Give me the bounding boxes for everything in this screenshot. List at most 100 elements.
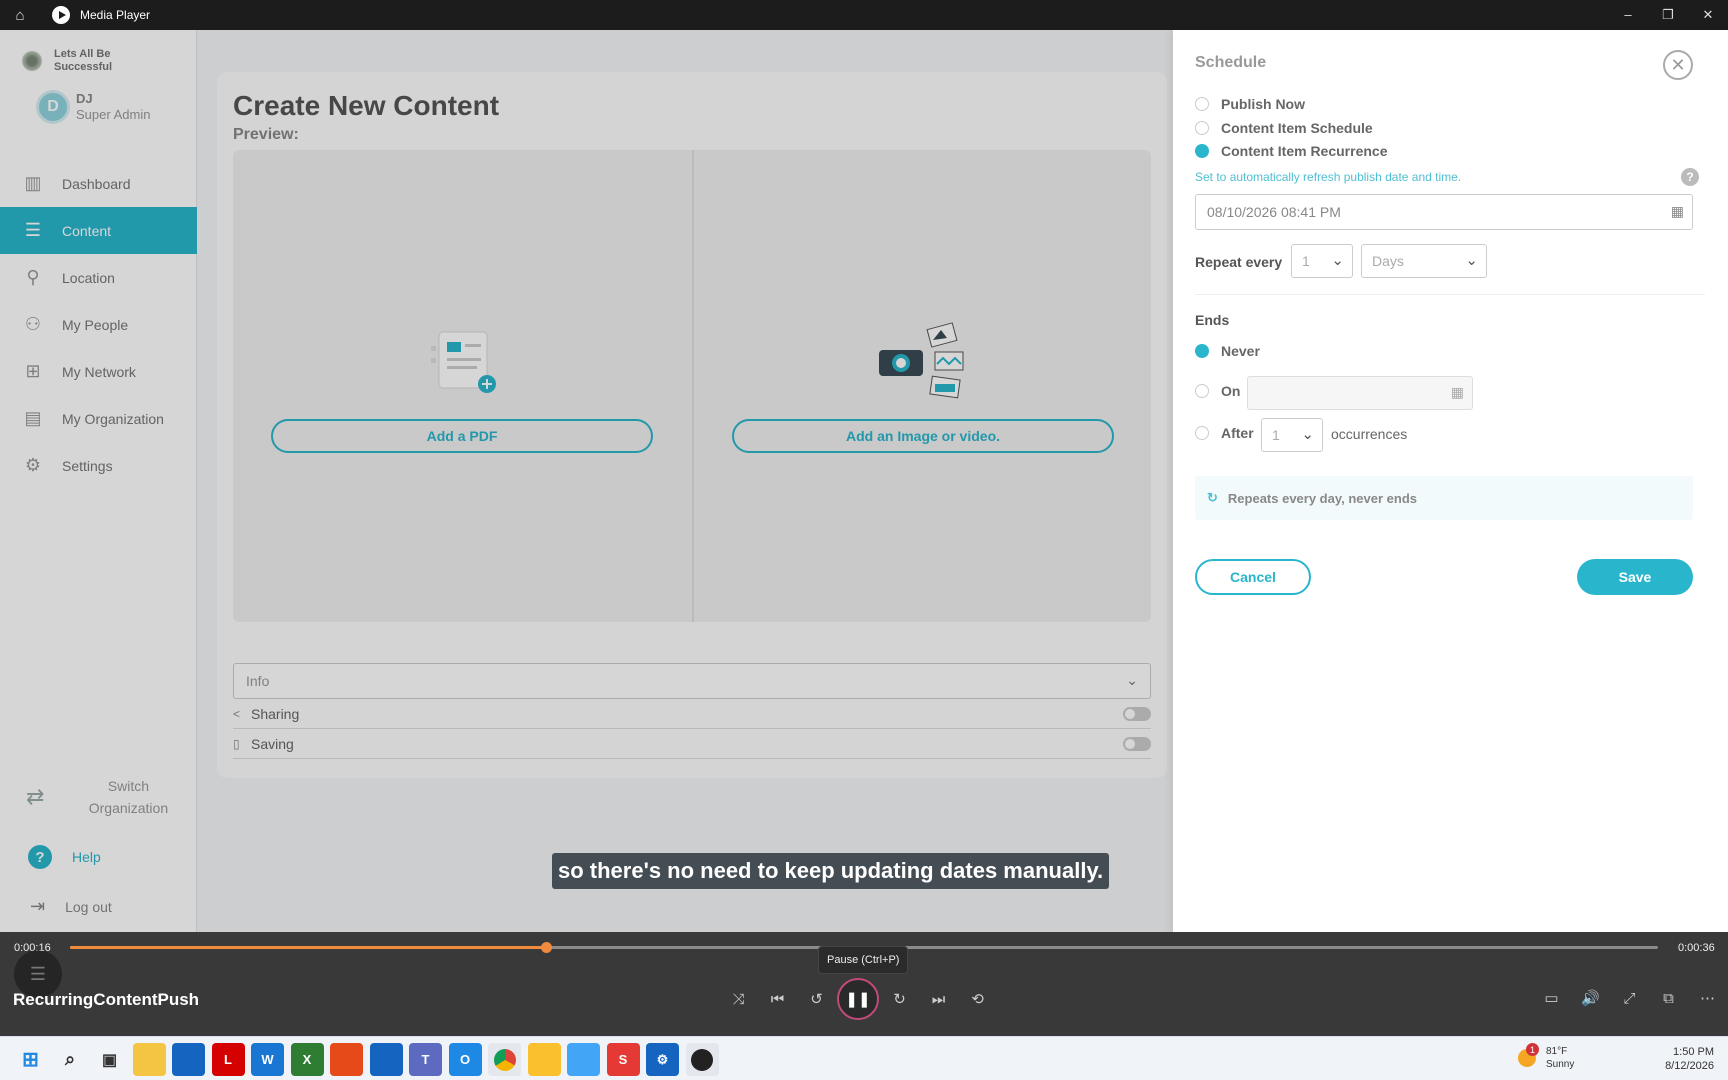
repeat-unit-select[interactable]: Days ⌄: [1361, 244, 1487, 278]
next-icon[interactable]: ⏭: [919, 979, 958, 1019]
window-title: Media Player: [80, 8, 151, 22]
ends-label: Ends: [1195, 312, 1230, 328]
help-link[interactable]: ? Help: [28, 845, 101, 869]
rewind-10-icon[interactable]: ↺: [797, 979, 836, 1019]
sidebar-item-my-organization[interactable]: ▤ My Organization: [0, 395, 197, 442]
seek-thumb[interactable]: [541, 942, 553, 953]
sticky-notes-icon[interactable]: [527, 1043, 561, 1076]
help-tooltip-icon[interactable]: ?: [1681, 168, 1699, 186]
organization-icon: ▤: [24, 408, 42, 428]
user-profile[interactable]: D DJ Super Admin: [36, 90, 150, 124]
content-item-schedule-option[interactable]: Content Item Schedule: [1195, 120, 1373, 136]
restore-button[interactable]: ❐: [1648, 0, 1688, 30]
calendar-icon[interactable]: ▦: [1671, 203, 1684, 220]
volume-icon[interactable]: 🔊: [1571, 978, 1610, 1018]
saving-toggle[interactable]: [1123, 737, 1151, 751]
playback-controls: ⤨ ⏮ ↺ ❚❚ ↻ ⏭ ⟲: [719, 978, 997, 1020]
sharing-toggle[interactable]: [1123, 707, 1151, 721]
recurrence-summary-text: Repeats every day, never ends: [1227, 490, 1417, 506]
bookmark-icon: ▯: [233, 736, 240, 751]
close-icon[interactable]: ✕: [1663, 50, 1693, 80]
teams-icon[interactable]: T: [409, 1043, 442, 1076]
mini-player-icon[interactable]: ⧉: [1649, 978, 1688, 1018]
remote-desktop-icon[interactable]: [369, 1043, 403, 1076]
weather-desc: Sunny: [1546, 1059, 1575, 1070]
settings-app-icon[interactable]: ⚙: [646, 1043, 679, 1076]
close-window-button[interactable]: ✕: [1688, 0, 1728, 30]
minimize-button[interactable]: –: [1608, 0, 1648, 30]
sidebar-item-my-network[interactable]: ⊞ My Network: [0, 348, 197, 395]
taskbar: ⊞ ⌕ ▣ L W X T O S ⚙ 1 81°F Sunny 1:50 PM…: [0, 1036, 1728, 1080]
search-icon[interactable]: ⌕: [54, 1043, 87, 1076]
repeat-interval-select[interactable]: 1 ⌄: [1291, 244, 1353, 278]
logout-button[interactable]: ⇥ Log out: [30, 896, 112, 917]
media-title: RecurringContentPush: [13, 990, 200, 1009]
help-icon: ?: [28, 845, 52, 869]
ends-on-radio[interactable]: [1195, 384, 1209, 398]
publish-now-radio[interactable]: [1195, 97, 1209, 111]
store-icon[interactable]: [172, 1043, 205, 1076]
fullscreen-icon[interactable]: ⤢: [1610, 978, 1649, 1018]
occurrences-label: occurrences: [1331, 426, 1408, 442]
sidebar-item-location[interactable]: ⚲ Location: [0, 254, 197, 301]
task-view-icon[interactable]: ▣: [93, 1043, 126, 1076]
chrome-icon[interactable]: [488, 1043, 521, 1076]
ends-after-radio[interactable]: [1195, 426, 1209, 440]
ends-never-radio[interactable]: [1195, 344, 1209, 358]
outlook-icon[interactable]: O: [448, 1043, 482, 1076]
radio-label: Never: [1221, 343, 1260, 359]
content-item-recurrence-option[interactable]: Content Item Recurrence: [1195, 143, 1387, 159]
occurrences-select[interactable]: 1 ⌄: [1261, 418, 1323, 452]
save-button[interactable]: Save: [1577, 559, 1693, 595]
pause-button[interactable]: ❚❚: [837, 978, 879, 1020]
preview-label: Preview:: [233, 126, 299, 143]
forward-30-icon[interactable]: ↻: [880, 979, 919, 1019]
windows-start-icon[interactable]: ⊞: [14, 1043, 47, 1076]
shuffle-icon[interactable]: ⤨: [719, 979, 758, 1019]
file-explorer-icon[interactable]: [132, 1043, 166, 1076]
chevron-down-icon: ⌄: [1301, 426, 1314, 443]
sidebar-item-dashboard[interactable]: ▥ Dashboard: [0, 160, 197, 207]
people-icon: ⚇: [24, 314, 42, 334]
ends-on-option[interactable]: On: [1195, 383, 1240, 399]
snagit-icon[interactable]: S: [606, 1043, 640, 1076]
weather-temp: 81°F: [1546, 1046, 1568, 1057]
end-date-field[interactable]: ▦: [1247, 376, 1473, 410]
ends-after-option[interactable]: After: [1195, 425, 1254, 441]
ends-never-option[interactable]: Never: [1195, 343, 1260, 359]
home-icon[interactable]: ⌂: [0, 7, 40, 24]
refresh-note: Set to automatically refresh publish dat…: [1195, 170, 1462, 184]
acrobat-icon[interactable]: [330, 1043, 363, 1076]
sidebar-item-settings[interactable]: ⚙ Settings: [0, 442, 197, 489]
media-player-taskbar-icon[interactable]: [685, 1043, 719, 1076]
switch-organization-button[interactable]: ⇄ Switch Organization: [26, 775, 178, 819]
system-clock[interactable]: 1:50 PM 8/12/2026: [1648, 1045, 1714, 1073]
add-image-video-button[interactable]: Add an Image or video.: [732, 419, 1114, 453]
avatar: D: [36, 90, 70, 124]
info-select[interactable]: Info ⌄: [233, 663, 1151, 699]
add-pdf-button[interactable]: Add a PDF: [271, 419, 653, 453]
weather-widget[interactable]: 1 81°F Sunny: [1518, 1043, 1575, 1071]
calendar-icon[interactable]: ▦: [1451, 384, 1464, 401]
total-time: 0:00:36: [1678, 942, 1715, 954]
media-player-logo-icon: [52, 6, 70, 24]
cancel-button[interactable]: Cancel: [1195, 559, 1311, 595]
sun-icon: 1: [1518, 1043, 1539, 1067]
previous-icon[interactable]: ⏮: [758, 979, 797, 1019]
lastpass-icon[interactable]: L: [211, 1043, 245, 1076]
content-item-recurrence-radio[interactable]: [1195, 144, 1209, 158]
app-window: Lets All Be Successful D DJ Super Admin …: [0, 30, 1728, 932]
more-options-icon[interactable]: ⋯: [1688, 978, 1727, 1018]
preview-divider: [692, 150, 694, 622]
content-item-schedule-radio[interactable]: [1195, 121, 1209, 135]
sidebar-item-my-people[interactable]: ⚇ My People: [0, 301, 197, 348]
switch-icon: ⇄: [26, 784, 45, 809]
word-icon[interactable]: W: [251, 1043, 284, 1076]
photos-icon[interactable]: [567, 1043, 600, 1076]
publish-date-field[interactable]: 08/10/2026 08:41 PM ▦: [1195, 194, 1693, 230]
sidebar-item-content[interactable]: ☰ Content: [0, 207, 197, 254]
repeat-icon[interactable]: ⟲: [958, 979, 997, 1019]
subtitles-icon[interactable]: ▭: [1532, 978, 1571, 1018]
excel-icon[interactable]: X: [290, 1043, 324, 1076]
publish-now-option[interactable]: Publish Now: [1195, 96, 1305, 112]
